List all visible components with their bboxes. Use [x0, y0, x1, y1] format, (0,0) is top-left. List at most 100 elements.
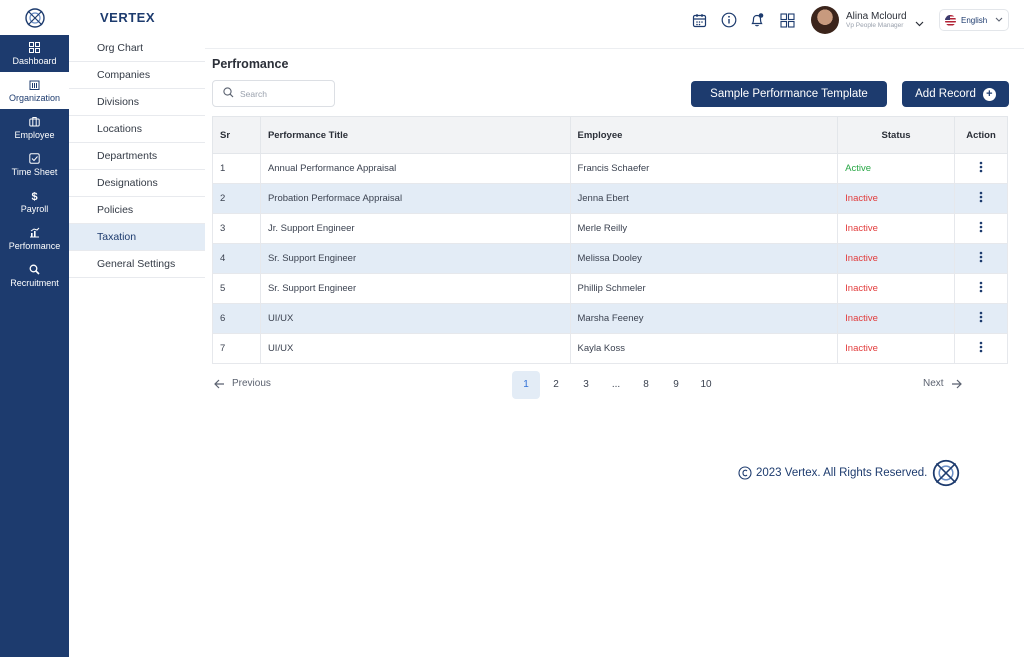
more-vertical-icon[interactable] [975, 190, 987, 204]
cell-action [954, 153, 1008, 184]
table-row[interactable]: 5 Sr. Support Engineer Phillip Schmeler Ina… [212, 273, 1008, 304]
cell-status: Inactive [837, 243, 955, 274]
cell-title: Jr. Support Engineer [259, 213, 571, 244]
table-row[interactable]: 1 Annual Performance Appraisal Francis Sch… [212, 153, 1008, 184]
app-logo[interactable] [0, 0, 69, 35]
sample-template-label: Sample Performance Template [710, 88, 868, 100]
more-vertical-icon[interactable] [975, 310, 987, 324]
us-flag-icon [945, 14, 956, 26]
submenu-item-departments[interactable]: Departments [69, 143, 205, 170]
table-row[interactable]: 7 UI/UX Kayla Koss Inactive [212, 333, 1008, 364]
rail-item-dashboard[interactable]: Dashboard [0, 35, 69, 72]
submenu-item-general-settings[interactable]: General Settings [69, 251, 205, 278]
rail-item-time-sheet[interactable]: Time Sheet [0, 146, 69, 183]
rail-item-label: Time Sheet [11, 167, 58, 177]
submenu-item-taxation[interactable]: Taxation [69, 224, 205, 251]
table-header-row: Sr Performance Title Employee Status Act… [212, 116, 1008, 154]
grid-icon[interactable] [778, 11, 796, 29]
table-row[interactable]: 4 Sr. Support Engineer Melissa Dooley Inact… [212, 243, 1008, 274]
add-record-button[interactable]: Add Record + [902, 81, 1009, 107]
search-input[interactable] [240, 88, 320, 99]
avatar[interactable] [811, 6, 839, 34]
page-button-8[interactable]: 8 [632, 371, 660, 399]
rail-item-label: Employee [14, 130, 55, 140]
chart-icon [29, 226, 41, 238]
rail-item-performance[interactable]: Performance [0, 220, 69, 257]
arrow-right-icon [951, 379, 962, 388]
more-vertical-icon[interactable] [975, 220, 987, 234]
rail-item-employee[interactable]: Employee [0, 109, 69, 146]
cell-status: Inactive [837, 213, 955, 244]
table-row[interactable]: 2 Probation Performace Appraisal Jenna Ebe… [212, 183, 1008, 214]
next-page-button[interactable]: Next [923, 378, 962, 389]
previous-label: Previous [232, 378, 271, 389]
next-label: Next [923, 378, 944, 389]
submenu-item-companies[interactable]: Companies [69, 62, 205, 89]
page-button-3[interactable]: 3 [572, 371, 600, 399]
page-button-10[interactable]: 10 [692, 371, 720, 399]
building-icon [29, 78, 41, 90]
cell-action [954, 333, 1008, 364]
more-vertical-icon[interactable] [975, 280, 987, 294]
search-people-icon [29, 263, 41, 275]
rail-item-recruitment[interactable]: Recruitment [0, 257, 69, 294]
rail-item-label: Payroll [20, 204, 49, 214]
more-vertical-icon[interactable] [975, 250, 987, 264]
previous-page-button[interactable]: Previous [214, 378, 271, 389]
cell-title: Probation Performace Appraisal [259, 183, 571, 214]
column-header-title[interactable]: Performance Title [259, 116, 571, 154]
cell-title: Sr. Support Engineer [259, 243, 571, 274]
plus-icon: + [982, 87, 996, 101]
organization-submenu: Org Chart Companies Divisions Locations Depa… [69, 35, 205, 278]
cell-employee: Phillip Schmeler [569, 273, 839, 304]
cell-status: Active [837, 153, 955, 184]
submenu-item-divisions[interactable]: Divisions [69, 89, 205, 116]
submenu-item-policies[interactable]: Policies [69, 197, 205, 224]
user-role: Vp People Manager [846, 22, 904, 29]
cell-title: UI/UX [259, 333, 571, 364]
table-row[interactable]: 3 Jr. Support Engineer Merle Reilly Inactiv… [212, 213, 1008, 244]
performance-table: Sr Performance Title Employee Status Act… [212, 116, 1008, 364]
page-button-2[interactable]: 2 [542, 371, 570, 399]
vertex-logo-icon [24, 7, 45, 28]
language-select[interactable]: English [939, 9, 1009, 31]
footer: 2023 Vertex. All Rights Reserved. [738, 458, 961, 488]
language-label: English [961, 15, 988, 25]
dashboard-icon [29, 41, 41, 53]
more-vertical-icon[interactable] [975, 160, 987, 174]
page-button-1[interactable]: 1 [512, 371, 540, 399]
cell-employee: Melissa Dooley [569, 243, 839, 274]
submenu-item-locations[interactable]: Locations [69, 116, 205, 143]
cell-status: Inactive [837, 273, 955, 304]
submenu-item-designations[interactable]: Designations [69, 170, 205, 197]
user-name: Alina Mclourd [846, 11, 907, 22]
cell-sr: 3 [212, 213, 261, 244]
arrow-left-icon [214, 379, 224, 388]
brand-logo[interactable]: VERTEX [100, 10, 155, 25]
rail-item-label: Organization [8, 93, 61, 103]
cell-employee: Marsha Feeney [569, 303, 839, 334]
cell-status: Inactive [837, 183, 955, 214]
column-header-sr[interactable]: Sr [212, 116, 261, 154]
bell-icon[interactable] [748, 11, 766, 29]
cell-status: Inactive [837, 303, 955, 334]
rail-item-label: Dashboard [12, 56, 57, 66]
cell-title: Annual Performance Appraisal [259, 153, 571, 184]
more-vertical-icon[interactable] [975, 340, 987, 354]
page-button-9[interactable]: 9 [662, 371, 690, 399]
column-header-status[interactable]: Status [837, 116, 955, 154]
table-row[interactable]: 6 UI/UX Marsha Feeney Inactive [212, 303, 1008, 334]
rail-item-organization[interactable]: Organization [0, 72, 69, 109]
sample-template-button[interactable]: Sample Performance Template [691, 81, 887, 107]
search-box[interactable] [212, 80, 335, 107]
footer-text: 2023 Vertex. All Rights Reserved. [756, 467, 928, 479]
chevron-down-icon[interactable] [915, 14, 924, 32]
cell-status: Inactive [837, 333, 955, 364]
rail-item-payroll[interactable]: $ Payroll [0, 183, 69, 220]
calendar-icon[interactable] [690, 11, 708, 29]
column-header-employee[interactable]: Employee [569, 116, 839, 154]
brand-name: VERTEX [100, 10, 156, 25]
submenu-item-org-chart[interactable]: Org Chart [69, 35, 205, 62]
info-icon[interactable] [720, 11, 738, 29]
cell-sr: 5 [212, 273, 261, 304]
